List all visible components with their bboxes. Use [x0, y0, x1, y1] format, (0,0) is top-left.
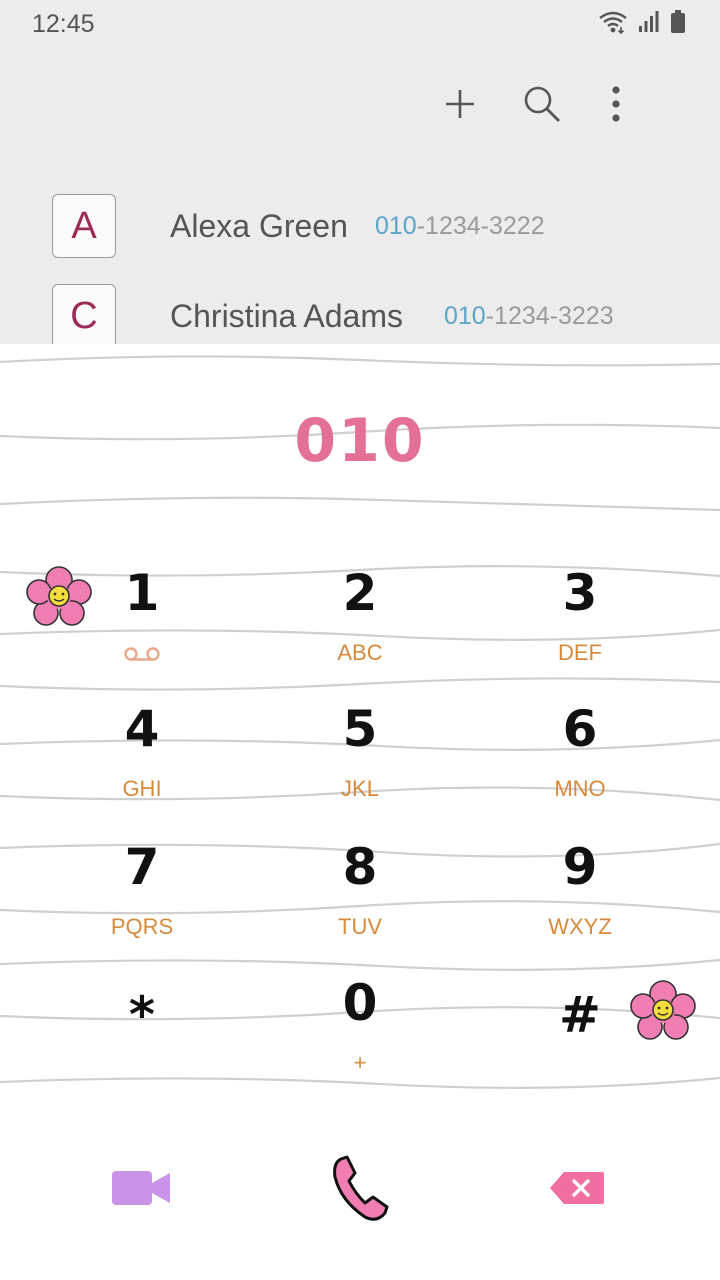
status-icons	[598, 10, 686, 34]
dial-key-6[interactable]: 6 MNO	[480, 690, 680, 810]
key-letters: DEF	[558, 640, 602, 665]
key-digit: *	[128, 986, 156, 1044]
top-area: 12:45 A Alexa Green 010-1234-3222 C Chri…	[0, 0, 720, 344]
add-icon	[444, 88, 476, 125]
number-rest: -1234-3222	[416, 212, 545, 240]
signal-icon	[638, 10, 660, 34]
key-digit: 9	[562, 838, 598, 896]
voicemail-icon	[123, 646, 161, 667]
status-time: 12:45	[32, 10, 95, 38]
add-contact-button[interactable]	[432, 78, 488, 134]
dial-key-3[interactable]: 3 DEF	[480, 554, 680, 674]
key-digit: 8	[342, 838, 378, 896]
battery-icon	[670, 10, 686, 34]
number-match: 010	[444, 302, 486, 330]
dialed-number-display[interactable]: 010	[0, 406, 720, 476]
key-digit: 7	[124, 838, 160, 896]
key-digit: 6	[562, 700, 598, 758]
key-letters: PQRS	[110, 914, 174, 939]
search-icon	[522, 84, 562, 129]
key-digit: 5	[342, 700, 378, 758]
dial-key-star[interactable]: *	[42, 964, 242, 1084]
backspace-button[interactable]	[522, 1140, 632, 1240]
key-letters: +	[353, 1050, 367, 1075]
dial-key-0[interactable]: 0 +	[260, 964, 460, 1084]
search-button[interactable]	[514, 78, 570, 134]
key-digit: 0	[342, 974, 378, 1032]
contact-row[interactable]: A Alexa Green 010-1234-3222	[0, 182, 720, 272]
avatar: A	[52, 194, 116, 258]
contact-row[interactable]: C Christina Adams 010-1234-3223	[0, 272, 720, 344]
key-letters: WXYZ	[548, 914, 612, 939]
contact-number: 010-1234-3222	[375, 212, 545, 241]
phone-call-icon	[331, 1153, 391, 1228]
action-bar	[440, 78, 720, 134]
dialer-bottom-actions	[0, 1140, 720, 1240]
key-digit: 4	[124, 700, 160, 758]
dial-key-1[interactable]: 1	[42, 554, 242, 674]
dialpad-area: 010 1 2 ABC 3 DEF 4 GHI 5 JKL 6 MNO 7 PQ…	[0, 344, 720, 1280]
avatar: C	[52, 284, 116, 344]
key-letters: ABC	[337, 640, 383, 665]
key-letters: TUV	[338, 914, 382, 939]
dial-key-7[interactable]: 7 PQRS	[42, 828, 242, 948]
key-digit: 2	[342, 564, 378, 622]
dial-key-9[interactable]: 9 WXYZ	[480, 828, 680, 948]
dial-key-2[interactable]: 2 ABC	[260, 554, 460, 674]
number-rest: -1234-3223	[485, 302, 614, 330]
number-match: 010	[375, 212, 417, 240]
dial-key-5[interactable]: 5 JKL	[260, 690, 460, 810]
more-options-icon	[610, 85, 622, 127]
dial-key-hash[interactable]: #	[480, 964, 680, 1084]
backspace-icon	[548, 1170, 606, 1211]
key-digit: 1	[124, 564, 160, 622]
contact-number: 010-1234-3223	[444, 302, 614, 331]
dial-key-8[interactable]: 8 TUV	[260, 828, 460, 948]
dial-key-4[interactable]: 4 GHI	[42, 690, 242, 810]
status-bar: 12:45	[0, 0, 720, 50]
contact-name: Alexa Green	[170, 208, 348, 244]
video-call-button[interactable]	[86, 1140, 196, 1240]
key-letters: GHI	[122, 776, 162, 801]
call-button[interactable]	[306, 1140, 416, 1240]
wifi-icon	[598, 10, 628, 34]
key-digit: 3	[562, 564, 598, 622]
video-call-icon	[110, 1168, 172, 1213]
key-letters: JKL	[341, 776, 379, 801]
key-digit: #	[559, 986, 601, 1044]
more-options-button[interactable]	[588, 78, 644, 134]
key-letters: MNO	[554, 776, 606, 801]
contact-name: Christina Adams	[170, 298, 403, 334]
